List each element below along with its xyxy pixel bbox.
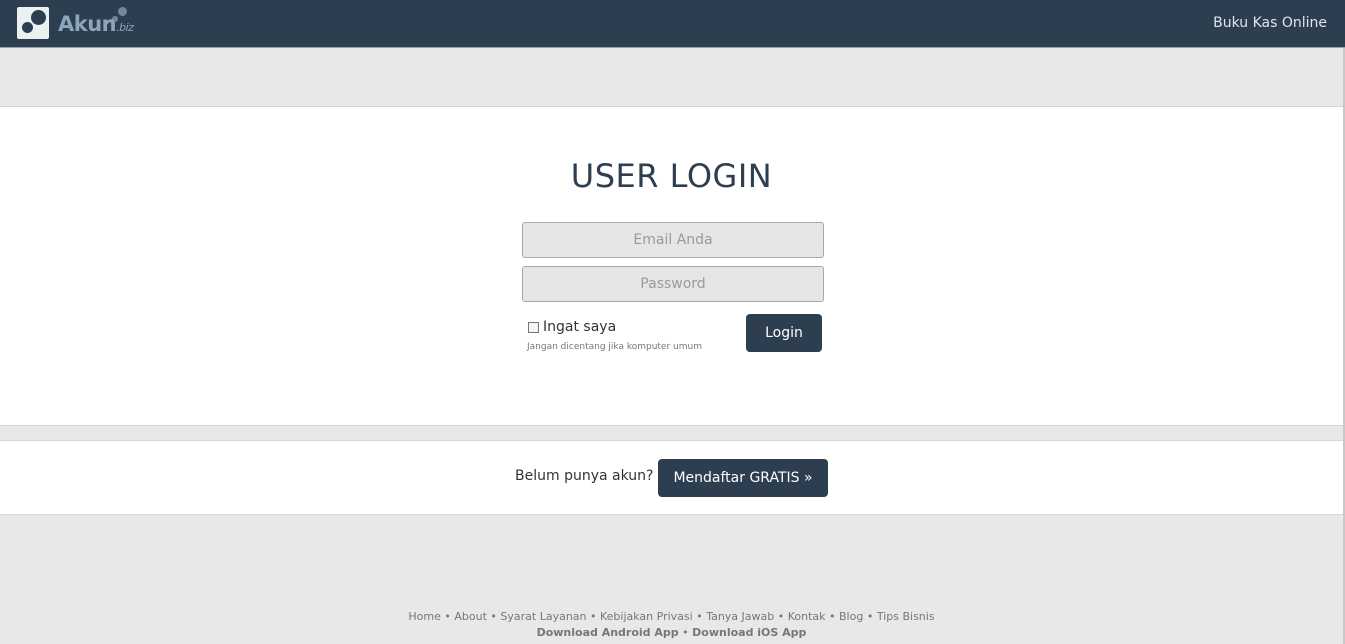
footer-link-home[interactable]: Home (408, 610, 440, 623)
akun-biz-logo[interactable]: Akun.biz (17, 6, 147, 42)
remember-me[interactable]: Ingat saya (528, 319, 616, 335)
footer-link-privacy[interactable]: Kebijakan Privasi (600, 610, 693, 623)
footer-link-blog[interactable]: Blog (839, 610, 863, 623)
logo-text: Akun.biz (58, 12, 134, 36)
password-field[interactable] (522, 266, 824, 302)
footer-link-faq[interactable]: Tanya Jawab (706, 610, 774, 623)
logo-mark-icon (17, 7, 49, 39)
email-field[interactable] (522, 222, 824, 258)
footer: Home • About • Syarat Layanan • Kebijaka… (0, 609, 1343, 641)
footer-links: Home • About • Syarat Layanan • Kebijaka… (408, 610, 935, 623)
remember-hint: Jangan dicentang jika komputer umum (527, 342, 702, 352)
remember-label[interactable]: Ingat saya (543, 319, 616, 335)
top-navbar: Akun.biz Buku Kas Online (0, 0, 1345, 48)
footer-link-contact[interactable]: Kontak (788, 610, 826, 623)
footer-link-about[interactable]: About (454, 610, 487, 623)
signup-button[interactable]: Mendaftar GRATIS » (658, 459, 828, 497)
signup-question: Belum punya akun? (515, 468, 654, 484)
footer-app-links: Download Android App • Download iOS App (536, 626, 807, 639)
footer-link-terms[interactable]: Syarat Layanan (500, 610, 586, 623)
header-tagline: Buku Kas Online (1213, 15, 1327, 31)
page-title: USER LOGIN (570, 157, 773, 195)
remember-checkbox[interactable] (528, 321, 539, 333)
download-ios-link[interactable]: Download iOS App (692, 626, 806, 639)
footer-link-tips[interactable]: Tips Bisnis (877, 610, 935, 623)
logo-suffix: .biz (116, 21, 134, 34)
signup-panel: Belum punya akun? Mendaftar GRATIS » (0, 440, 1343, 515)
download-android-link[interactable]: Download Android App (537, 626, 679, 639)
login-panel: USER LOGIN Ingat saya Jangan dicentang j… (0, 106, 1343, 426)
login-button[interactable]: Login (746, 314, 822, 352)
